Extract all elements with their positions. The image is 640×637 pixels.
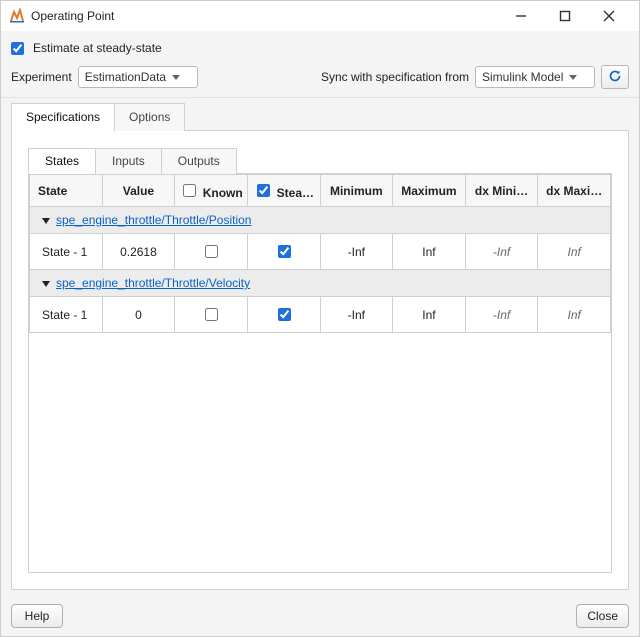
cell-dxmax[interactable]: Inf [538,234,611,270]
tab-outputs[interactable]: Outputs [161,148,237,174]
cell-value[interactable]: 0.2618 [102,234,175,270]
chevron-down-icon [172,75,180,80]
state-group-row[interactable]: spe_engine_throttle/Throttle/Position [30,207,611,234]
cell-value[interactable]: 0 [102,297,175,333]
col-maximum[interactable]: Maximum [393,175,466,207]
tab-inputs-label: Inputs [112,154,145,168]
tab-inputs[interactable]: Inputs [95,148,162,174]
tab-states[interactable]: States [28,148,96,174]
cell-state-name: State - 1 [30,234,103,270]
col-dxmin[interactable]: dx Mini… [465,175,538,207]
estimate-steady-state-checkbox[interactable] [11,42,24,55]
app-icon [9,8,25,24]
sync-source-dropdown[interactable]: Simulink Model [475,66,595,88]
outer-tabstrip: Specifications Options [1,102,639,130]
tab-specifications-label: Specifications [26,110,100,124]
known-checkbox[interactable] [205,245,218,258]
chevron-down-icon [569,75,577,80]
col-dxmax[interactable]: dx Maxi… [538,175,611,207]
experiment-dropdown-value: EstimationData [85,70,166,84]
col-steady[interactable]: Stea… [247,175,320,207]
sync-source-dropdown-value: Simulink Model [482,70,563,84]
steady-header-checkbox[interactable] [257,184,270,197]
tab-specifications[interactable]: Specifications [11,103,115,131]
cell-dxmax[interactable]: Inf [538,297,611,333]
steady-checkbox[interactable] [278,245,291,258]
col-known-label: Known [203,186,243,200]
states-table: State Value Known Stea… Minimum Maximum … [29,174,611,333]
steady-checkbox[interactable] [278,308,291,321]
state-row: State - 10.2618-InfInf-InfInf [30,234,611,270]
form-area: Estimate at steady-state Experiment Esti… [1,31,639,98]
states-panel: State Value Known Stea… Minimum Maximum … [28,173,612,573]
cell-minimum[interactable]: -Inf [320,297,393,333]
cell-state-name: State - 1 [30,297,103,333]
close-button-label: Close [587,609,618,623]
sync-label: Sync with specification from [321,70,469,84]
col-value[interactable]: Value [102,175,175,207]
footer: Help Close [1,596,639,636]
col-state[interactable]: State [30,175,103,207]
cell-steady [247,234,320,270]
titlebar: Operating Point [1,1,639,31]
window: Operating Point Estimate at steady-state… [0,0,640,637]
tab-options-label: Options [129,110,170,124]
known-header-checkbox[interactable] [183,184,196,197]
window-title: Operating Point [31,9,114,23]
refresh-icon [607,68,623,87]
known-checkbox[interactable] [205,308,218,321]
disclose-triangle-icon [42,281,50,287]
col-minimum[interactable]: Minimum [320,175,393,207]
cell-steady [247,297,320,333]
close-button[interactable]: Close [576,604,629,628]
estimate-steady-state-label: Estimate at steady-state [33,41,162,55]
inner-tabstrip: States Inputs Outputs [28,147,612,173]
col-steady-label: Stea… [277,186,314,200]
specifications-panel: States Inputs Outputs State Value Kno [11,130,629,590]
experiment-label: Experiment [11,70,72,84]
state-group-link[interactable]: spe_engine_throttle/Throttle/Velocity [56,276,250,290]
table-header-row: State Value Known Stea… Minimum Maximum … [30,175,611,207]
cell-minimum[interactable]: -Inf [320,234,393,270]
tab-outputs-label: Outputs [178,154,220,168]
cell-dxmin[interactable]: -Inf [465,234,538,270]
experiment-dropdown[interactable]: EstimationData [78,66,198,88]
cell-maximum[interactable]: Inf [393,234,466,270]
maximize-button[interactable] [543,1,587,31]
tab-states-label: States [45,154,79,168]
cell-maximum[interactable]: Inf [393,297,466,333]
col-known[interactable]: Known [175,175,248,207]
close-window-button[interactable] [587,1,631,31]
cell-dxmin[interactable]: -Inf [465,297,538,333]
sync-button[interactable] [601,65,629,89]
minimize-button[interactable] [499,1,543,31]
state-group-link[interactable]: spe_engine_throttle/Throttle/Position [56,213,251,227]
cell-known [175,234,248,270]
help-button[interactable]: Help [11,604,63,628]
help-button-label: Help [25,609,50,623]
state-row: State - 10-InfInf-InfInf [30,297,611,333]
disclose-triangle-icon [42,218,50,224]
state-group-row[interactable]: spe_engine_throttle/Throttle/Velocity [30,270,611,297]
tab-options[interactable]: Options [114,103,185,131]
cell-known [175,297,248,333]
